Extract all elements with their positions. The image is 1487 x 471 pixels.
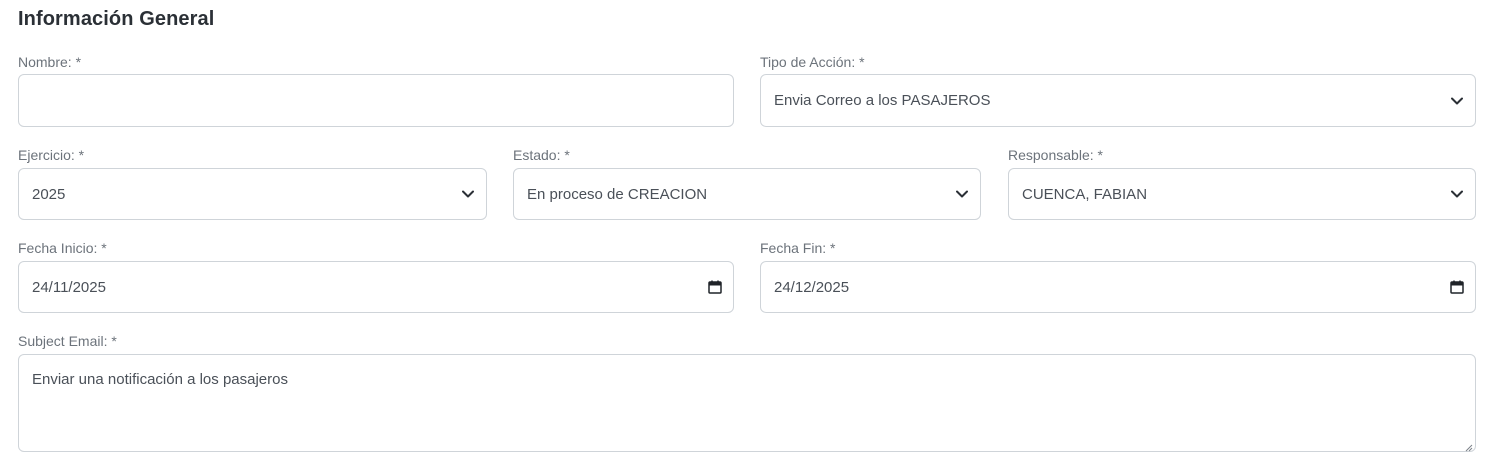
estado-select[interactable]: En proceso de CREACION [513, 168, 981, 220]
fecha-fin-input[interactable]: 24/12/2025 [760, 261, 1476, 313]
subject-email-textarea[interactable]: Enviar una notificación a los pasajeros [18, 354, 1476, 452]
chevron-down-icon [450, 169, 486, 219]
fecha-fin-label: Fecha Fin: * [760, 240, 836, 256]
nombre-label: Nombre: * [18, 54, 82, 70]
section-title: Información General [18, 8, 215, 30]
subject-email-value: Enviar una notificación a los pasajeros [32, 371, 288, 388]
estado-label: Estado: * [513, 147, 570, 163]
subject-email-label: Subject Email: * [18, 333, 117, 349]
tipo-accion-value: Envia Correo a los PASAJEROS [774, 92, 991, 109]
fecha-fin-value: 24/12/2025 [774, 278, 850, 296]
calendar-icon[interactable] [1439, 262, 1475, 312]
chevron-down-icon [1439, 75, 1475, 126]
chevron-down-icon [1439, 169, 1475, 219]
fecha-inicio-label: Fecha Inicio: * [18, 240, 107, 256]
nombre-input[interactable] [18, 74, 734, 127]
tipo-accion-label: Tipo de Acción: * [760, 54, 865, 70]
ejercicio-value: 2025 [32, 185, 66, 203]
chevron-down-icon [944, 169, 980, 219]
responsable-select[interactable]: CUENCA, FABIAN [1008, 168, 1476, 220]
resize-grip-icon[interactable] [1463, 439, 1473, 452]
fecha-inicio-input[interactable]: 24/11/2025 [18, 261, 734, 313]
fecha-inicio-value: 24/11/2025 [32, 278, 106, 296]
responsable-label: Responsable: * [1008, 147, 1103, 163]
estado-value: En proceso de CREACION [527, 185, 708, 203]
ejercicio-label: Ejercicio: * [18, 147, 85, 163]
calendar-icon[interactable] [697, 262, 733, 312]
ejercicio-select[interactable]: 2025 [18, 168, 487, 220]
tipo-accion-select[interactable]: Envia Correo a los PASAJEROS [760, 74, 1476, 127]
responsable-value: CUENCA, FABIAN [1022, 185, 1148, 203]
